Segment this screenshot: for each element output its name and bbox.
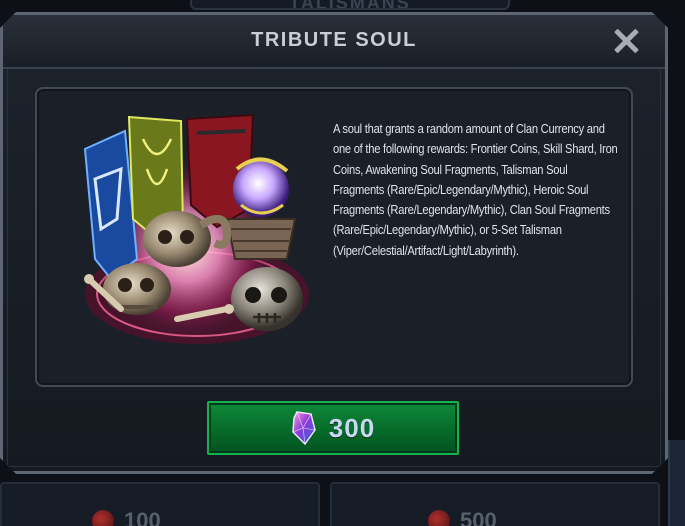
crystal-gem-icon xyxy=(292,411,316,446)
gem-icon xyxy=(92,510,114,526)
dialog-header: TRIBUTE SOUL xyxy=(3,15,665,69)
item-description: A soul that grants a random amount of Cl… xyxy=(333,121,618,258)
item-info-panel: A soul that grants a random amount of Cl… xyxy=(35,87,633,387)
background-price: 500 xyxy=(428,508,497,526)
tribute-soul-dialog: TRIBUTE SOUL A soul that grants a random… xyxy=(0,12,668,474)
buy-price: 300 xyxy=(328,412,376,443)
background-tab-title: TALISMANS xyxy=(190,0,510,10)
gem-icon xyxy=(428,510,450,526)
background-price-value: 100 xyxy=(124,508,161,526)
close-icon[interactable] xyxy=(613,28,639,54)
background-price: 100 xyxy=(92,508,161,526)
tribute-soul-item-image xyxy=(83,113,309,344)
buy-button[interactable]: 300 xyxy=(207,401,459,455)
background-price-value: 500 xyxy=(460,508,497,526)
dialog-title: TRIBUTE SOUL xyxy=(251,29,417,51)
background-side-panel xyxy=(668,440,685,526)
